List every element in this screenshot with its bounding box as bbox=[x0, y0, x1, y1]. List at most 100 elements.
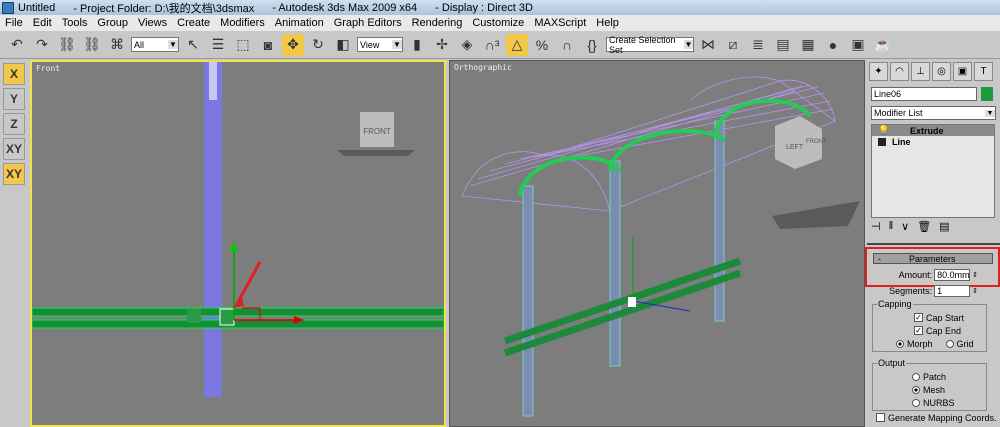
layer-manager-icon[interactable]: ≣ bbox=[747, 34, 769, 56]
menu-create[interactable]: Create bbox=[172, 17, 215, 29]
rotate-icon[interactable]: ↻ bbox=[307, 34, 329, 56]
morph-radio[interactable] bbox=[896, 339, 904, 348]
axis-z-button[interactable]: Z bbox=[3, 113, 25, 135]
front-scene: FRONT bbox=[32, 62, 444, 397]
schematic-view-icon[interactable]: ▦ bbox=[797, 34, 819, 56]
menu-rendering[interactable]: Rendering bbox=[407, 17, 468, 29]
annotation-arrow bbox=[235, 261, 262, 305]
main-toolbar: ↶ ↷ ⛓ ⛓ ⌘ All ▼ ↖ ☰ ⬚ ◙ ✥ ↻ ◧ View ▼ ▮ ✢ ◈… bbox=[0, 31, 1000, 59]
keyboard-shortcut-icon[interactable]: ◈ bbox=[456, 34, 478, 56]
cap-start-checkbox[interactable]: ✓ Cap Start bbox=[914, 311, 983, 324]
pin-stack-icon[interactable]: ⊣ bbox=[871, 220, 881, 233]
rect-select-icon[interactable]: ⬚ bbox=[232, 34, 254, 56]
manipulate-icon[interactable]: ✢ bbox=[431, 34, 453, 56]
app-name: - Autodesk 3ds Max 2009 x64 bbox=[272, 1, 418, 14]
menu-animation[interactable]: Animation bbox=[270, 17, 329, 29]
display-mode: - Display : Direct 3D bbox=[435, 1, 533, 14]
axis-constraints-toolbar: X Y Z XY XY bbox=[0, 60, 29, 427]
angle-snap-icon[interactable]: △ bbox=[506, 33, 528, 56]
mirror-icon[interactable]: ⋈ bbox=[697, 34, 719, 56]
selection-filter-dropdown[interactable]: All ▼ bbox=[131, 37, 179, 52]
doc-title: Untitled bbox=[18, 1, 56, 14]
menu-graph-editors[interactable]: Graph Editors bbox=[329, 17, 407, 29]
stack-toolbar: ⊣ ‖ ∨ 🗑 ▤ bbox=[871, 220, 995, 233]
render-icon[interactable]: ☕ bbox=[872, 34, 894, 56]
axis-y-button[interactable]: Y bbox=[3, 88, 25, 110]
object-color-swatch[interactable] bbox=[981, 87, 993, 101]
segments-spinner[interactable]: ⇕ bbox=[972, 287, 978, 295]
create-tab-icon[interactable]: ✦ bbox=[869, 62, 888, 81]
expand-icon[interactable] bbox=[878, 137, 886, 146]
configure-sets-icon[interactable]: ▤ bbox=[939, 220, 949, 233]
patch-radio[interactable] bbox=[912, 372, 920, 381]
bind-space-warp-icon[interactable]: ⌘ bbox=[106, 34, 128, 56]
select-by-name-icon[interactable]: ☰ bbox=[207, 34, 229, 56]
svg-text:FRONT[interactable]: FRONT bbox=[806, 139, 827, 145]
stack-item-line[interactable]: Line bbox=[872, 136, 994, 147]
lightbulb-icon[interactable]: 💡 bbox=[878, 125, 900, 136]
segments-field[interactable]: 1 bbox=[934, 285, 971, 297]
parameters-rollout-header[interactable]: - Parameters bbox=[873, 253, 993, 264]
viewport-orthographic[interactable]: Orthographic LEFT FRONT bbox=[449, 60, 865, 427]
project-folder: - Project Folder: D:\我的文档\3dsmax bbox=[73, 2, 255, 15]
modifier-stack: 💡 Extrude Line bbox=[871, 124, 995, 218]
mesh-radio[interactable] bbox=[912, 385, 920, 394]
modify-tab-icon[interactable]: ◠ bbox=[890, 62, 909, 81]
axis-xy-cycle-button[interactable]: XY bbox=[3, 163, 25, 185]
pivot-icon[interactable]: ▮ bbox=[406, 34, 428, 56]
scale-icon[interactable]: ◧ bbox=[332, 34, 354, 56]
generate-mapping-checkbox[interactable]: Generate Mapping Coords. bbox=[876, 411, 997, 424]
hierarchy-tab-icon[interactable]: ⊥ bbox=[911, 62, 930, 81]
nurbs-radio[interactable] bbox=[912, 398, 920, 407]
render-setup-icon[interactable]: ▣ bbox=[847, 34, 869, 56]
menu-group[interactable]: Group bbox=[92, 17, 133, 29]
show-end-result-icon[interactable]: ‖ bbox=[889, 220, 894, 233]
select-icon[interactable]: ↖ bbox=[182, 34, 204, 56]
edit-named-selection-icon[interactable]: {} bbox=[581, 34, 603, 56]
display-tab-icon[interactable]: ▣ bbox=[953, 62, 972, 81]
undo-icon[interactable]: ↶ bbox=[6, 34, 28, 56]
move-icon[interactable]: ✥ bbox=[282, 33, 304, 56]
material-editor-icon[interactable]: ● bbox=[822, 34, 844, 56]
window-crossing-icon[interactable]: ◙ bbox=[257, 34, 279, 56]
menu-customize[interactable]: Customize bbox=[467, 17, 529, 29]
object-name-field[interactable]: Line06 bbox=[871, 87, 977, 101]
modifier-list-dropdown[interactable]: Modifier List ▼ bbox=[871, 106, 996, 120]
unlink-icon[interactable]: ⛓ bbox=[81, 34, 103, 56]
menu-tools[interactable]: Tools bbox=[57, 17, 93, 29]
axis-x-button[interactable]: X bbox=[3, 63, 25, 85]
amount-spinner[interactable]: ⇕ bbox=[972, 271, 978, 279]
viewport-front[interactable]: Front FRONT bbox=[30, 60, 446, 427]
reference-coord-dropdown[interactable]: View ▼ bbox=[357, 37, 403, 52]
cap-end-checkbox[interactable]: ✓ Cap End bbox=[914, 324, 983, 337]
percent-snap-icon[interactable]: % bbox=[531, 34, 553, 56]
redo-icon[interactable]: ↷ bbox=[31, 34, 53, 56]
snap-3d-icon[interactable]: ∩³ bbox=[481, 34, 503, 56]
menu-file[interactable]: File bbox=[0, 17, 28, 29]
utilities-tab-icon[interactable]: T bbox=[974, 62, 993, 81]
menu-edit[interactable]: Edit bbox=[28, 17, 57, 29]
title-bar: Untitled - Project Folder: D:\我的文档\3dsma… bbox=[0, 0, 1000, 15]
spinner-snap-icon[interactable]: ∩ bbox=[556, 34, 578, 56]
menu-modifiers[interactable]: Modifiers bbox=[215, 17, 270, 29]
svg-text:LEFT[interactable]: LEFT bbox=[786, 144, 804, 151]
curve-editor-icon[interactable]: ▤ bbox=[772, 34, 794, 56]
amount-field[interactable]: 80.0mm bbox=[934, 269, 971, 281]
stack-item-extrude[interactable]: 💡 Extrude bbox=[872, 125, 994, 136]
viewcube-face[interactable]: FRONT bbox=[363, 127, 391, 136]
make-unique-icon[interactable]: ∨ bbox=[901, 220, 909, 233]
grid-radio[interactable] bbox=[945, 339, 954, 348]
menu-bar: File Edit Tools Group Views Create Modif… bbox=[0, 15, 1000, 31]
axis-xy-button[interactable]: XY bbox=[3, 138, 25, 160]
named-selection-dropdown[interactable]: Create Selection Set ▼ bbox=[606, 35, 694, 55]
motion-tab-icon[interactable]: ◎ bbox=[932, 62, 951, 81]
link-icon[interactable]: ⛓ bbox=[56, 34, 78, 56]
menu-help[interactable]: Help bbox=[591, 17, 624, 29]
remove-modifier-icon[interactable]: 🗑 bbox=[917, 220, 931, 233]
menu-views[interactable]: Views bbox=[133, 17, 172, 29]
column-shape bbox=[204, 62, 222, 397]
menu-maxscript[interactable]: MAXScript bbox=[529, 17, 591, 29]
app-icon bbox=[2, 1, 14, 14]
orthographic-scene: LEFT FRONT bbox=[461, 76, 860, 417]
align-icon[interactable]: ⧄ bbox=[722, 34, 744, 56]
